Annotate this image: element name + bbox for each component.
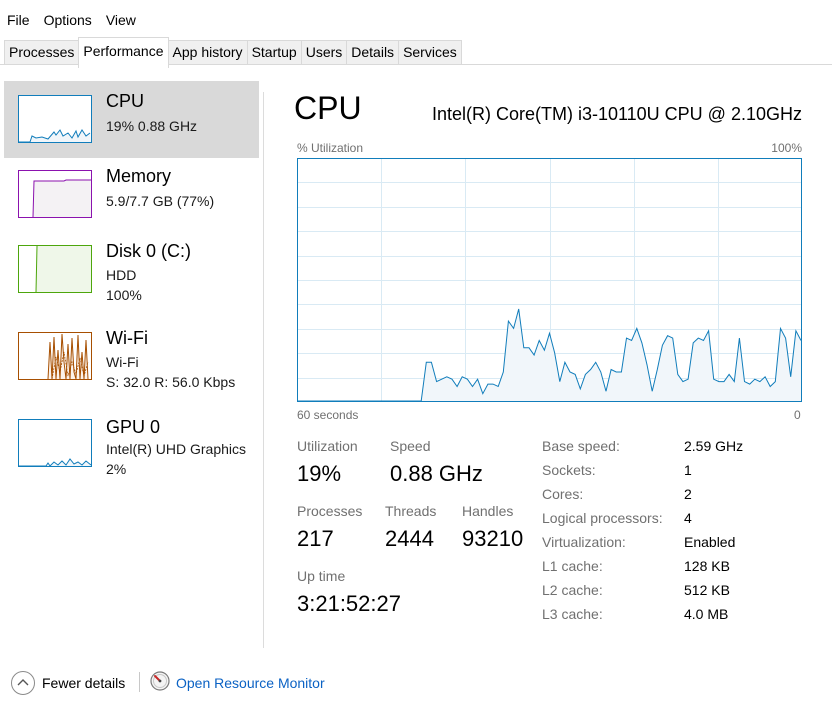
tab-startup[interactable]: Startup [246,40,302,65]
spec-label-base-speed: Base speed: [542,438,620,454]
sidebar-item-disk[interactable]: Disk 0 (C:) HDD 100% [4,231,259,308]
sidebar-cpu-usage: 19% 0.88 GHz [106,118,198,134]
sidebar-gpu-title: GPU 0 [106,417,161,437]
tab-processes[interactable]: Processes [4,40,80,65]
cpu-thumbnail-graph [18,95,92,143]
sidebar-memory-title: Memory [106,166,172,186]
tab-bar: Processes Performance App history Startu… [4,37,462,68]
sidebar-disk-usage: 100% [106,287,142,303]
threads-value: 2444 [385,526,434,551]
sidebar-wifi-throughput: S: 32.0 R: 56.0 Kbps [106,374,236,390]
graph-y-max-label: 100% [771,141,802,155]
spec-value-l1-cache: 128 KB [684,558,730,574]
handles-value: 93210 [462,526,524,551]
resource-monitor-icon [150,671,170,691]
sidebar-wifi-adapter: Wi-Fi [106,354,139,370]
tab-services[interactable]: Services [398,40,462,65]
sidebar-disk-title: Disk 0 (C:) [106,241,191,261]
cpu-utilization-graph [297,158,802,402]
sidebar-divider [263,92,264,648]
gpu-thumbnail-graph [18,419,92,467]
spec-label-cores: Cores: [542,486,584,502]
tab-performance[interactable]: Performance [78,37,169,68]
tab-app-history[interactable]: App history [167,40,248,65]
spec-label-sockets: Sockets: [542,462,596,478]
uptime-label: Up time [297,568,346,584]
cpu-model-name: Intel(R) Core(TM) i3-10110U CPU @ 2.10GH… [431,104,802,124]
utilization-label: Utilization [297,438,358,454]
spec-value-sockets: 1 [684,462,692,478]
processes-label: Processes [297,503,363,519]
menu-file[interactable]: File [0,8,37,34]
sidebar-gpu-usage: 2% [106,461,127,477]
page-title: CPU [294,90,362,126]
fewer-details-link[interactable]: Fewer details [42,675,125,691]
sidebar-disk-type: HDD [106,267,137,283]
sidebar-memory-usage: 5.9/7.7 GB (77%) [106,193,215,209]
spec-value-l2-cache: 512 KB [684,582,730,598]
speed-value: 0.88 GHz [390,461,483,486]
sidebar-item-memory[interactable]: Memory 5.9/7.7 GB (77%) [4,156,259,233]
fewer-details-button[interactable] [11,671,35,695]
graph-x-right-label: 0 [794,408,801,422]
tab-users[interactable]: Users [300,40,348,65]
spec-value-cores: 2 [684,486,692,502]
sidebar-item-gpu[interactable]: GPU 0 Intel(R) UHD Graphics 2% [4,405,259,482]
tab-details[interactable]: Details [346,40,400,65]
menu-options[interactable]: Options [37,8,99,34]
speed-label: Speed [390,438,431,454]
spec-label-l2-cache: L2 cache: [542,582,603,598]
sidebar-cpu-title: CPU [106,91,145,111]
open-resource-monitor-link[interactable]: Open Resource Monitor [176,675,325,691]
menu-view[interactable]: View [99,8,143,34]
handles-label: Handles [462,503,514,519]
spec-value-logical-processors: 4 [684,510,692,526]
footer-divider [139,672,140,692]
spec-label-virtualization: Virtualization: [542,534,626,550]
utilization-value: 19% [297,461,342,486]
processes-value: 217 [297,526,334,551]
graph-y-label: % Utilization [297,141,364,155]
footer-bar: Fewer details Open Resource Monitor [0,666,832,702]
spec-label-l3-cache: L3 cache: [542,606,603,622]
sidebar-gpu-model: Intel(R) UHD Graphics [106,441,247,457]
uptime-value: 3:21:52:27 [297,591,401,616]
spec-value-virtualization: Enabled [684,534,736,550]
sidebar-wifi-title: Wi-Fi [106,328,148,348]
threads-label: Threads [385,503,437,519]
sidebar-item-wifi[interactable]: Wi-Fi Wi-Fi S: 32.0 R: 56.0 Kbps [4,318,259,395]
wifi-thumbnail-graph [18,332,92,380]
menu-bar: File Options View [0,8,143,34]
spec-label-l1-cache: L1 cache: [542,558,603,574]
memory-thumbnail-graph [18,170,92,218]
graph-x-left-label: 60 seconds [297,408,359,422]
spec-value-l3-cache: 4.0 MB [684,606,729,622]
spec-label-logical-processors: Logical processors: [542,510,663,526]
spec-value-base-speed: 2.59 GHz [684,438,744,454]
disk-thumbnail-graph [18,245,92,293]
chevron-up-icon [17,679,29,686]
sidebar-item-cpu[interactable]: CPU 19% 0.88 GHz [4,81,259,158]
